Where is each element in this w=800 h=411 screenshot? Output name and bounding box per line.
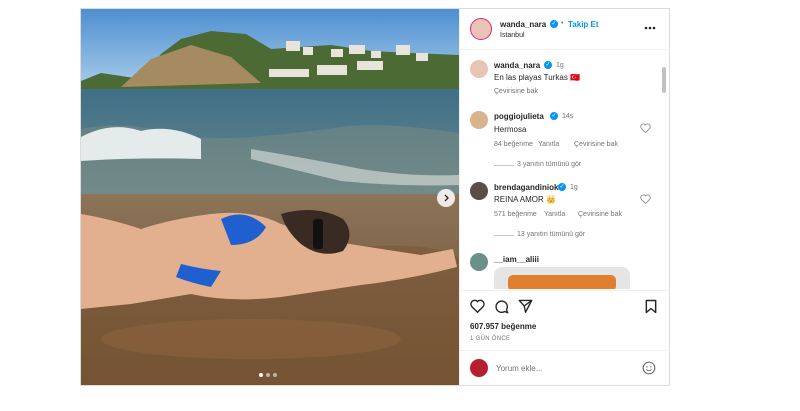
comment-translate-link[interactable]: Çevirisine bak [578, 211, 622, 218]
heart-icon[interactable] [470, 299, 485, 313]
beach-photo-illustration [81, 9, 459, 385]
comment-input[interactable]: Yorum ekle... [496, 364, 542, 373]
post-header: wanda_nara ✓ • Takip Et İstanbul [460, 9, 670, 50]
comment-input-bar: Yorum ekle... [460, 350, 670, 386]
author-avatar[interactable] [470, 18, 492, 40]
bookmark-icon[interactable] [645, 299, 657, 314]
caption-translate-link[interactable]: Çevirisine bak [494, 88, 538, 95]
carousel-dot [273, 373, 277, 377]
comment-time: 1g [570, 184, 578, 191]
comment-username[interactable]: poggiojulieta [494, 112, 544, 121]
heart-icon[interactable] [640, 194, 651, 204]
comment-reply-button[interactable]: Yanıtla [538, 141, 559, 148]
comment-text: REINA AMOR 👑 [494, 195, 556, 204]
carousel-indicator [259, 373, 277, 377]
comment-likes[interactable]: 571 beğenme [494, 211, 537, 218]
follow-button[interactable]: Takip Et [568, 20, 599, 29]
header-separator: • [561, 20, 564, 27]
comment-avatar[interactable] [470, 182, 488, 200]
instagram-post: wanda_nara ✓ • Takip Et İstanbul wanda_n… [80, 8, 670, 386]
view-replies-link[interactable]: 3 yanıtın tümünü gör [517, 161, 581, 168]
likes-count[interactable]: 607.957 beğenme [470, 322, 536, 331]
more-icon[interactable] [644, 26, 656, 30]
view-replies-link[interactable]: 13 yanıtın tümünü gör [517, 231, 585, 238]
comment-username[interactable]: __iam__aliii [494, 255, 539, 264]
verified-icon: ✓ [550, 20, 558, 28]
replies-divider [494, 165, 514, 166]
chevron-right-icon [444, 194, 449, 202]
post-photo[interactable] [81, 9, 459, 385]
post-timestamp: 1 GÜN ÖNCE [470, 336, 511, 342]
comment-likes[interactable]: 84 beğenme [494, 141, 533, 148]
verified-icon: ✓ [558, 183, 566, 191]
scrollbar-thumb[interactable] [662, 67, 666, 93]
verified-icon: ✓ [550, 112, 558, 120]
replies-divider [494, 235, 514, 236]
post-side-panel: wanda_nara ✓ • Takip Et İstanbul wanda_n… [459, 9, 670, 385]
viewer-avatar [470, 359, 488, 377]
comment-username[interactable]: brendagandiniok [494, 183, 558, 192]
carousel-next-button[interactable] [437, 189, 455, 207]
caption-text: En las playas Turkas 🇹🇷 [494, 73, 580, 82]
attachment-sticker [508, 275, 616, 289]
caption-avatar[interactable] [470, 60, 488, 78]
caption-username[interactable]: wanda_nara [494, 61, 540, 70]
comment-translate-link[interactable]: Çevirisine bak [574, 141, 618, 148]
heart-icon[interactable] [640, 123, 651, 133]
comment-reply-button[interactable]: Yanıtla [544, 211, 565, 218]
post-actions: 607.957 beğenme 1 GÜN ÖNCE [460, 290, 670, 351]
share-icon[interactable] [518, 299, 533, 313]
comment-avatar[interactable] [470, 111, 488, 129]
emoji-icon[interactable] [642, 361, 656, 375]
comment-time: 14s [562, 113, 574, 120]
post-location[interactable]: İstanbul [500, 32, 525, 39]
carousel-dot [259, 373, 263, 377]
comment-text: Hermosa [494, 125, 527, 134]
comment-icon[interactable] [494, 299, 509, 314]
comment-image-attachment[interactable] [494, 267, 630, 289]
comments-scrollbar[interactable] [661, 59, 667, 289]
comment-avatar[interactable] [470, 253, 488, 271]
verified-icon: ✓ [544, 61, 552, 69]
carousel-dot [266, 373, 270, 377]
caption-time: 1g [556, 62, 564, 69]
author-username[interactable]: wanda_nara [500, 20, 546, 29]
